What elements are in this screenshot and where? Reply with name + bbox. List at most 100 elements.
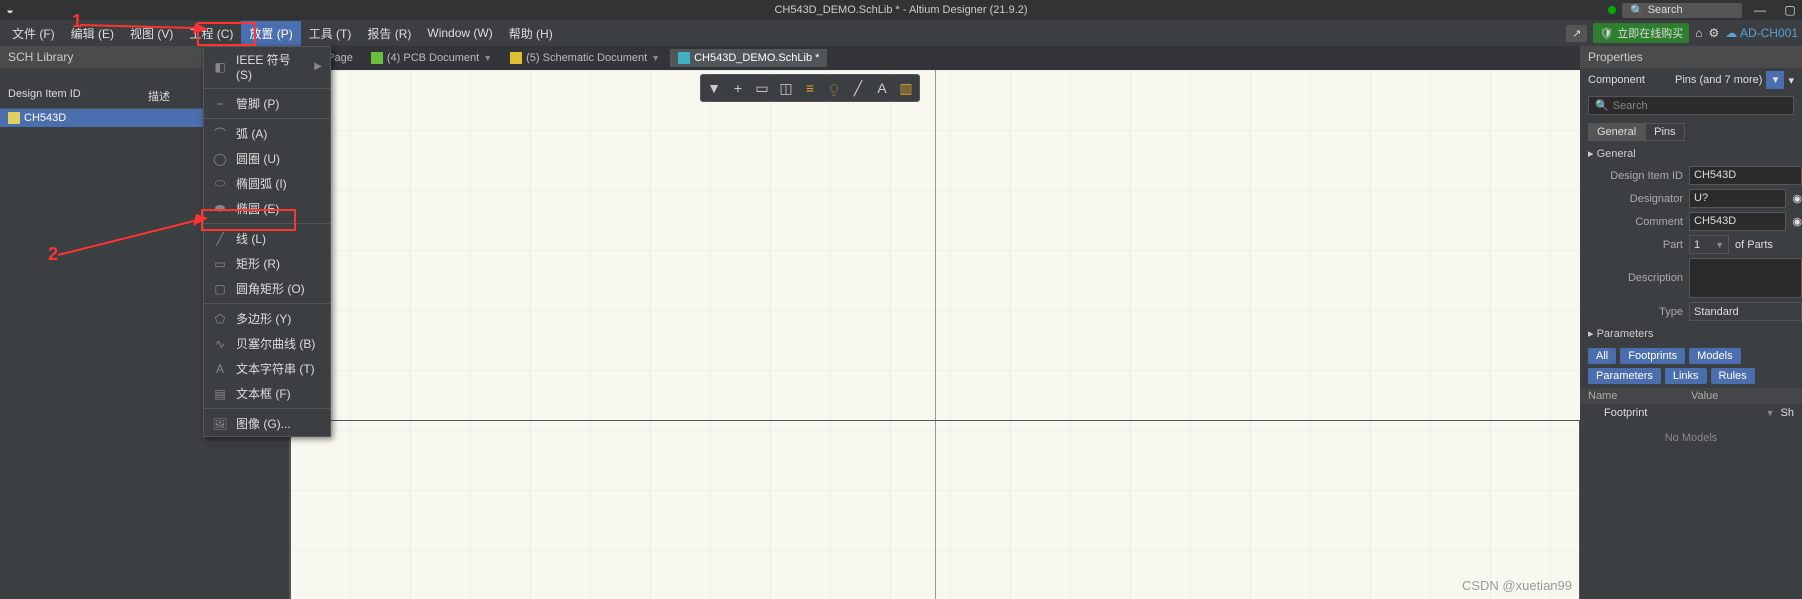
line-icon[interactable]: ╱ <box>847 77 869 99</box>
text-icon[interactable]: A <box>871 77 893 99</box>
menu-help[interactable]: 帮助 (H) <box>501 21 561 46</box>
minimize-button[interactable]: — <box>1748 3 1772 17</box>
prop-type-select[interactable]: Standard <box>1689 302 1802 321</box>
select-rect-icon[interactable]: ▭ <box>751 77 773 99</box>
cloud-account-button[interactable]: ☁ AD-CH001 <box>1725 26 1798 40</box>
doc-icon <box>510 52 522 64</box>
properties-title-text: Properties <box>1588 50 1643 64</box>
annotation-arrow-2 <box>58 210 208 260</box>
text-frame-icon: ▤ <box>212 386 228 402</box>
menu-item-label: 圆角矩形 (O) <box>236 280 322 297</box>
pins-filter-label: Pins (and 7 more) <box>1675 74 1762 86</box>
properties-search[interactable]: 🔍 Search <box>1588 96 1794 115</box>
menu-item-elliptical-arc[interactable]: ⬭椭圆弧 (I) <box>204 171 330 196</box>
menu-place[interactable]: 放置 (P) <box>241 21 300 46</box>
doc-tab-schematic[interactable]: (5) Schematic Document ▼ <box>502 49 668 67</box>
annotation-arrow-1 <box>80 15 210 35</box>
prop-designator-input[interactable]: U? <box>1689 189 1786 208</box>
menu-item-label: 文本框 (F) <box>236 385 322 402</box>
menu-item-arc[interactable]: ⌒弧 (A) <box>204 121 330 146</box>
prop-ofparts-label: of Parts <box>1735 239 1773 251</box>
param-filter-rules[interactable]: Rules <box>1711 368 1755 384</box>
doc-tab-label: (5) Schematic Document <box>526 52 647 64</box>
filter-menu-icon[interactable]: ▾ <box>1788 74 1794 87</box>
menu-report[interactable]: 报告 (R) <box>359 21 419 46</box>
settings-icon[interactable]: ⚙ <box>1709 26 1720 40</box>
menu-file[interactable]: 文件 (F) <box>4 21 63 46</box>
menu-item-polygon[interactable]: ⬠多边形 (Y) <box>204 306 330 331</box>
filter-icon[interactable]: ▼ <box>703 77 725 99</box>
chevron-down-icon[interactable]: ▼ <box>651 53 660 63</box>
doc-tab-pcb[interactable]: (4) PCB Document ▼ <box>363 49 500 67</box>
titlebar-search[interactable]: 🔍 Search <box>1622 3 1742 18</box>
param-filter-models[interactable]: Models <box>1689 348 1740 364</box>
param-filter-footprints[interactable]: Footprints <box>1620 348 1685 364</box>
visibility-toggle-icon[interactable]: ◉ <box>1792 192 1802 205</box>
chevron-down-icon[interactable]: ▼ <box>1766 408 1775 418</box>
pin-icon: ⎯ <box>212 96 228 112</box>
menu-item-text-string[interactable]: A文本字符串 (T) <box>204 356 330 381</box>
prop-description-input[interactable] <box>1689 258 1802 298</box>
canvas-box <box>290 420 1580 599</box>
pin-icon[interactable]: ⍜ <box>823 77 845 99</box>
center-panel: e Page (4) PCB Document ▼ (5) Schematic … <box>290 46 1580 599</box>
menu-window[interactable]: Window (W) <box>419 22 500 44</box>
section-parameters[interactable]: ▸ Parameters <box>1580 323 1802 344</box>
menu-item-line[interactable]: ╱线 (L) <box>204 226 330 251</box>
menu-item-image[interactable]: 🖼图像 (G)... <box>204 411 330 436</box>
filter-button[interactable]: ▼ <box>1766 71 1784 89</box>
title-bar: ◒ CH543D_DEMO.SchLib * - Altium Designer… <box>0 0 1802 20</box>
prop-comment-input[interactable]: CH543D <box>1689 212 1786 231</box>
cloud-label: AD-CH001 <box>1740 26 1798 40</box>
home-icon[interactable]: ⌂ <box>1695 26 1702 40</box>
schematic-canvas[interactable] <box>290 70 1580 599</box>
menu-item-bezier[interactable]: ∿贝塞尔曲线 (B) <box>204 331 330 356</box>
ellipse-arc-icon: ⬭ <box>212 176 228 192</box>
prop-part-select[interactable]: 1 ▼ <box>1689 235 1729 254</box>
menu-item-label: 线 (L) <box>236 230 322 247</box>
prop-part-label: Part <box>1588 239 1683 251</box>
chevron-down-icon: ▼ <box>1715 240 1724 250</box>
menu-item-circle[interactable]: ◯圆圈 (U) <box>204 146 330 171</box>
buy-label: 立即在线购买 <box>1617 25 1683 41</box>
section-parameters-label: Parameters <box>1597 328 1654 340</box>
menu-item-rectangle[interactable]: ▭ 矩形 (R) <box>204 251 330 276</box>
doc-tab-schlib[interactable]: CH543D_DEMO.SchLib * <box>670 49 827 67</box>
param-filter-all[interactable]: All <box>1588 348 1616 364</box>
doc-icon <box>678 52 690 64</box>
buy-online-button[interactable]: 🛡 立即在线购买 <box>1593 23 1689 43</box>
tab-pins[interactable]: Pins <box>1645 123 1684 141</box>
tab-general[interactable]: General <box>1588 123 1645 141</box>
visibility-toggle-icon[interactable]: ◉ <box>1792 215 1802 228</box>
menu-item-ellipse[interactable]: ⬬椭圆 (E) <box>204 196 330 221</box>
param-show-label: Sh <box>1781 407 1794 419</box>
menu-item-round-rect[interactable]: ▢圆角矩形 (O) <box>204 276 330 301</box>
annotation-2: 2 <box>48 244 58 265</box>
menu-separator <box>204 223 330 224</box>
rect-icon[interactable]: ▥ <box>895 77 917 99</box>
param-col-value: Value <box>1691 390 1794 402</box>
menu-item-ieee[interactable]: ◧IEEE 符号 (S)▶ <box>204 47 330 86</box>
menu-separator <box>204 88 330 89</box>
share-button[interactable]: ↗ <box>1566 25 1587 42</box>
select-touching-icon[interactable]: ◫ <box>775 77 797 99</box>
param-filter-links[interactable]: Links <box>1665 368 1707 384</box>
prop-designitemid-input[interactable]: CH543D <box>1689 166 1802 185</box>
menu-item-label: 矩形 (R) <box>236 255 322 272</box>
arc-icon: ⌒ <box>212 126 228 142</box>
align-icon[interactable]: ≡ <box>799 77 821 99</box>
menu-item-text-frame[interactable]: ▤ 文本框 (F) <box>204 381 330 406</box>
chevron-down-icon[interactable]: ▼ <box>483 53 492 63</box>
section-general[interactable]: ▸ General <box>1580 143 1802 164</box>
rectangle-icon: ▭ <box>212 256 228 272</box>
component-icon <box>8 112 20 124</box>
search-placeholder: Search <box>1648 4 1683 16</box>
move-icon[interactable]: + <box>727 77 749 99</box>
menu-item-label: 椭圆 (E) <box>236 200 322 217</box>
maximize-button[interactable]: ▢ <box>1778 3 1802 17</box>
component-mode-label: Component <box>1588 74 1645 86</box>
param-row-footprint[interactable]: Footprint ▼ Sh <box>1580 404 1802 422</box>
menu-item-pin[interactable]: ⎯管脚 (P) <box>204 91 330 116</box>
param-filter-parameters[interactable]: Parameters <box>1588 368 1661 384</box>
menu-tools[interactable]: 工具 (T) <box>301 21 360 46</box>
